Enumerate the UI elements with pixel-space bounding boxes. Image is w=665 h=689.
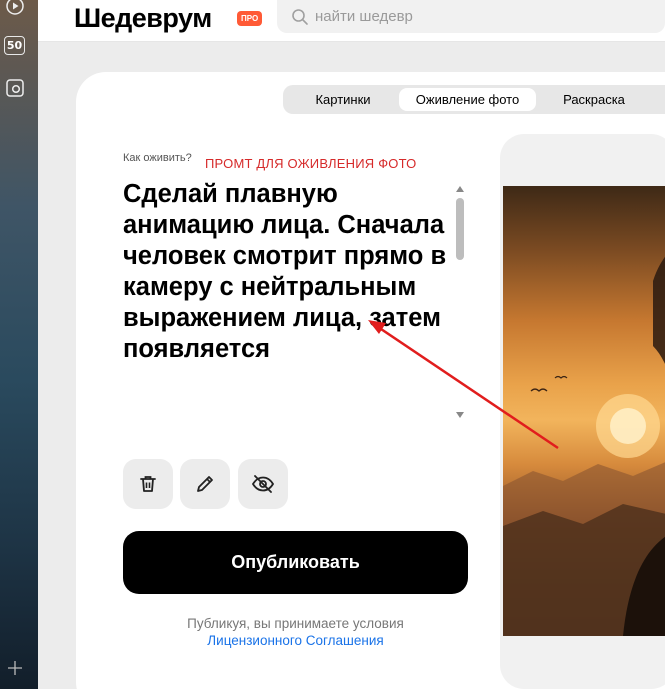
camera-screenshot-icon[interactable] — [4, 77, 26, 99]
search-placeholder: найти шедевр — [315, 8, 413, 25]
play-circle-icon[interactable] — [4, 0, 26, 17]
mode-tabs: Картинки Оживление фото Раскраска — [283, 85, 665, 114]
terms-text: Публикуя, вы принимаете условия — [187, 616, 404, 631]
uploaded-photo[interactable] — [503, 186, 665, 636]
scroll-down-arrow[interactable] — [456, 412, 464, 418]
pro-badge[interactable]: ПРО — [237, 11, 263, 26]
counter-badge[interactable]: 50 — [4, 36, 25, 55]
delete-button[interactable] — [123, 459, 173, 509]
top-header: Шедеврум ПРО найти шедевр — [38, 0, 665, 42]
prompt-text: Сделай плавную анимацию лица. Сначала че… — [123, 180, 447, 363]
browser-sidebar: 50 — [0, 0, 38, 689]
sunset-photo-art — [503, 256, 665, 636]
scrollbar-thumb[interactable] — [456, 198, 464, 260]
search-input[interactable]: найти шедевр — [277, 0, 665, 33]
logo[interactable]: Шедеврум — [74, 3, 212, 34]
plus-icon[interactable] — [4, 657, 26, 679]
scroll-up-arrow[interactable] — [456, 186, 464, 192]
edit-button[interactable] — [180, 459, 230, 509]
trash-icon — [140, 476, 156, 492]
license-agreement-link[interactable]: Лицензионного Соглашения — [123, 632, 468, 649]
image-preview-panel — [500, 134, 665, 689]
tab-pictures[interactable]: Картинки — [291, 88, 395, 111]
publish-button[interactable]: Опубликовать — [123, 531, 468, 594]
pencil-icon — [197, 476, 213, 492]
hide-button[interactable] — [238, 459, 288, 509]
terms-notice: Публикуя, вы принимаете условия Лицензио… — [123, 615, 468, 649]
how-to-animate-label: Как оживить? — [123, 152, 192, 164]
eye-off-icon — [251, 475, 275, 493]
tab-photo-animation[interactable]: Оживление фото — [399, 88, 536, 111]
search-icon — [292, 8, 308, 25]
annotation-label: ПРОМТ ДЛЯ ОЖИВЛЕНИЯ ФОТО — [205, 156, 417, 171]
tab-coloring[interactable]: Раскраска — [541, 88, 647, 111]
prompt-textarea[interactable]: Сделай плавную анимацию лица. Сначала че… — [123, 179, 453, 424]
